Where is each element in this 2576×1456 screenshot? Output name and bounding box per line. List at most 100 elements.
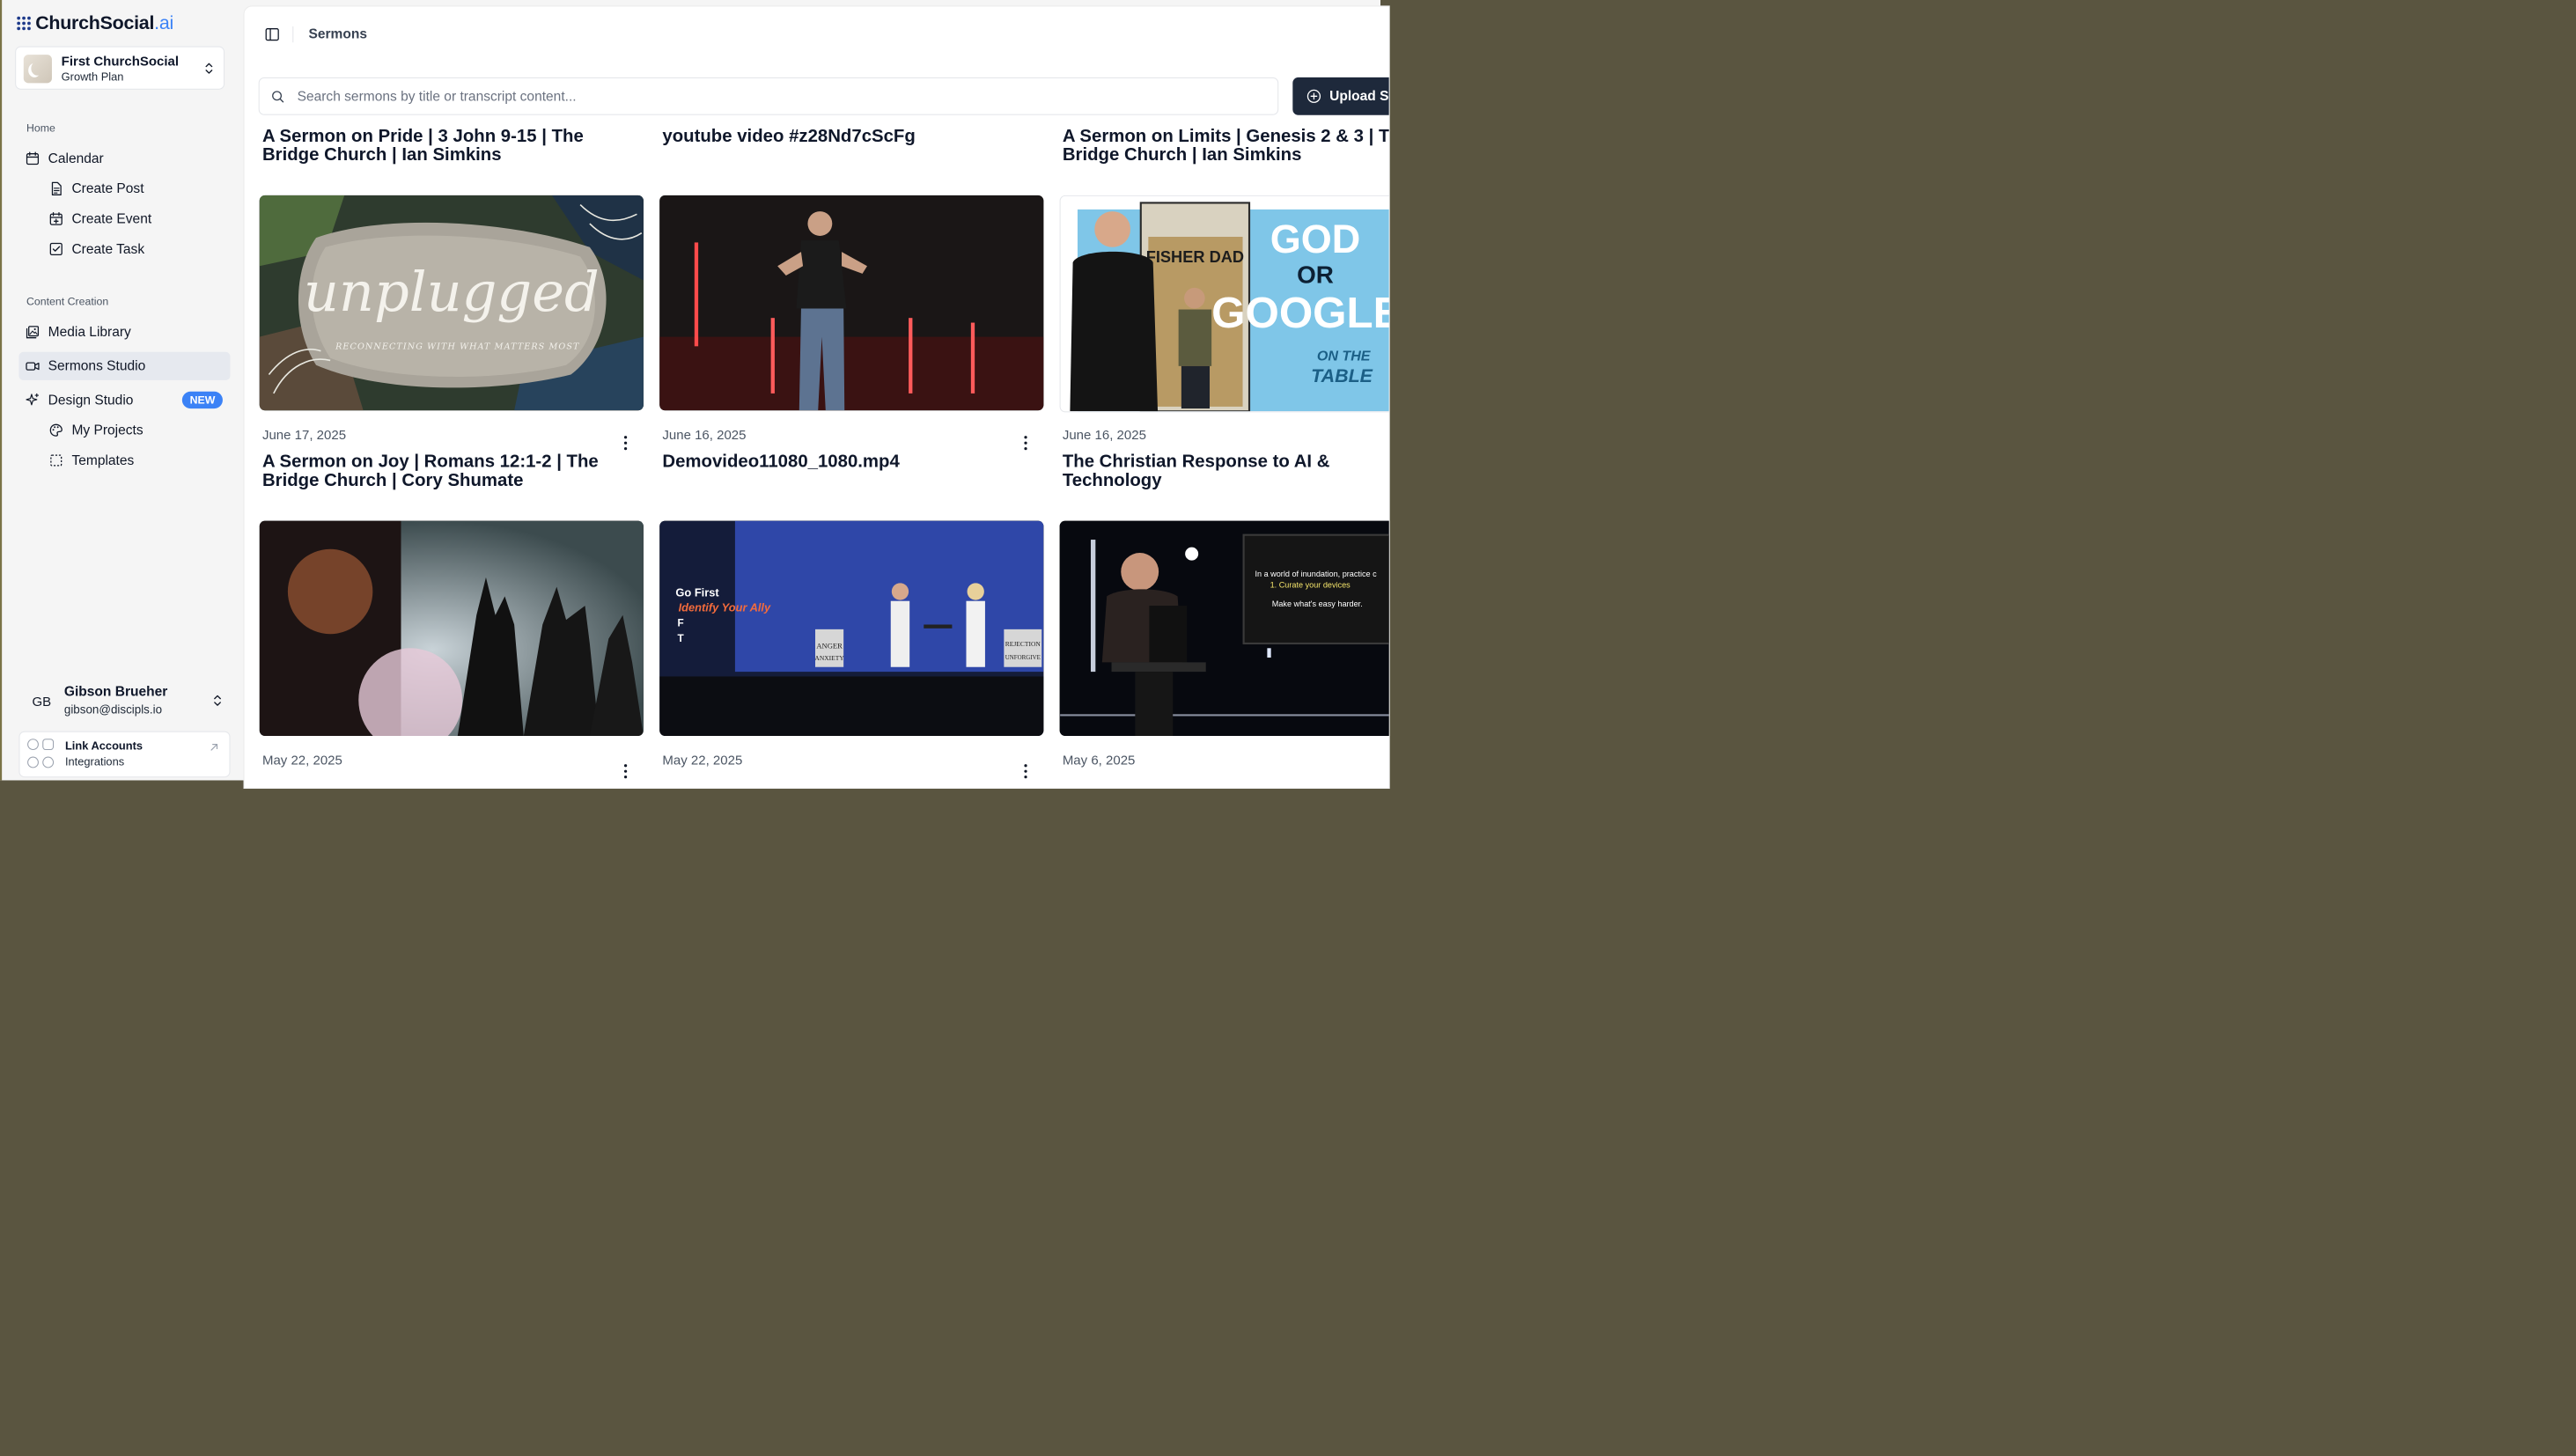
thumbnail-badge-text-2: TABLE [1311,365,1373,386]
brand-logo[interactable]: ChurchSocial.ai [17,11,173,35]
sidebar-item-label: Media Library [48,324,131,340]
dashed-square-icon [48,452,64,468]
sidebar-item-create-event[interactable]: Create Event [42,205,230,233]
thumbnail-line2-text: OR [1297,261,1334,289]
thumbnail-sign-text: FISHER DAD [1146,248,1244,266]
palette-icon [48,423,64,438]
check-square-icon [48,241,64,257]
new-badge: NEW [182,391,223,409]
chevron-up-down-icon [205,63,213,74]
sidebar-item-my-projects[interactable]: My Projects [42,416,230,445]
avatar: GB [32,694,52,710]
file-text-icon [48,180,64,196]
sidebar-item-create-post[interactable]: Create Post [42,174,230,202]
page-title: Sermons [308,26,367,42]
sermon-card-date: May 22, 2025 [261,753,342,768]
link-accounts-subtitle: Integrations [64,755,125,768]
sidebar-item-label: Design Studio [48,392,134,408]
sidebar-toggle-icon[interactable] [264,26,280,42]
sermon-thumbnail-panel[interactable]: Go First Identify Your Ally F T ANGER AN… [659,520,1044,736]
user-email: gibson@discipls.io [63,702,163,717]
org-plan: Growth Plan [61,70,124,84]
sidebar-item-calendar[interactable]: Calendar [18,144,230,173]
sidebar-item-label: My Projects [71,422,144,438]
sermon-card-date: June 16, 2025 [662,427,747,443]
sidebar-item-sermons-studio[interactable]: Sermons Studio [18,351,231,380]
logo-grid-icon [17,16,31,31]
section-label-content-creation: Content Creation [26,295,109,308]
sermon-card-title[interactable]: The Christian Response to AI & Technolog… [1063,452,1389,489]
sidebar-item-label: Create Event [71,210,152,226]
thumbnail-title-text: unplugged [304,260,600,324]
sidebar-item-label: Create Post [71,180,144,196]
thumbnail-overlay-line-1: Go First [675,585,719,599]
sermon-card-date: June 17, 2025 [261,427,347,443]
search-input[interactable] [296,83,1261,111]
sidebar-item-media-library[interactable]: Media Library [18,318,230,346]
upload-sermon-button[interactable]: Upload S [1292,77,1389,115]
organization-switcher[interactable]: First ChurchSocial Growth Plan [15,46,225,90]
more-vertical-icon[interactable] [1023,435,1028,451]
calendar-icon [25,151,40,166]
more-vertical-icon[interactable] [622,763,628,779]
brand-name: ChurchSocial.ai [35,12,173,33]
user-menu[interactable]: GB Gibson Brueher gibson@discipls.io [18,679,230,724]
sermon-thumbnail-lectern[interactable]: In a world of inundation, practice c 1. … [1059,520,1389,736]
thumbnail-screen-line-1: In a world of inundation, practice c [1255,570,1377,578]
more-vertical-icon[interactable] [622,435,628,451]
search-bar[interactable] [258,77,1279,115]
video-camera-icon [25,358,40,374]
sermon-thumbnail-worship[interactable] [259,520,644,736]
search-icon [272,91,284,103]
instagram-icon [42,739,55,751]
thumbnail-screen-line-2: 1. Curate your devices [1270,581,1351,590]
youtube-icon [27,756,39,768]
sermon-card-date: June 16, 2025 [1062,427,1146,443]
thumbnail-screen-line-3: Make what's easy harder. [1272,599,1363,608]
thumbnail-line1-text: GOD [1270,217,1361,261]
sermon-card-title[interactable]: A Sermon on Limits | Genesis 2 & 3 | The… [1063,127,1389,165]
sidebar-item-label: Create Task [71,241,145,257]
thumbnail-luggage-text-4: UNFORGIVE [1005,654,1041,661]
sidebar-item-label: Templates [71,452,135,468]
sidebar-item-label: Sermons Studio [48,358,146,374]
calendar-plus-icon [48,211,64,227]
thumbnail-luggage-text-3: REJECTION [1005,640,1041,648]
link-accounts-title: Link Accounts [64,739,144,753]
sermon-card-title[interactable]: Demovideo11080_1080.mp4 [662,452,1020,470]
plus-circle-icon [1306,89,1321,103]
sermon-thumbnail-god-or-google[interactable]: FISHER DAD GOD OR GOOGLE ON THE TABLE [1059,195,1390,413]
sermon-card-title[interactable]: A Sermon on Pride | 3 John 9-15 | The Br… [262,127,621,165]
sermon-card-date: May 22, 2025 [662,753,743,768]
sidebar-item-label: Calendar [48,151,104,166]
social-icons [27,739,55,772]
thumbnail-overlay-line-4: T [678,633,685,644]
thumbnail-luggage-text-1: ANGER [816,641,843,650]
org-name: First ChurchSocial [61,54,180,69]
sparkle-icon [25,392,40,408]
sermon-card-title[interactable]: youtube video #z28Nd7cScFg [662,127,1020,145]
chevron-up-down-icon [214,695,221,706]
user-name: Gibson Brueher [63,684,168,700]
facebook-icon [27,739,39,751]
upload-button-label: Upload S [1329,88,1389,104]
main-content: Sermons Upload S A Sermon on Pride | 3 J… [243,5,1390,789]
sidebar-item-templates[interactable]: Templates [42,446,230,474]
section-label-home: Home [26,121,55,135]
more-vertical-icon[interactable] [1023,763,1028,779]
org-avatar [23,55,52,84]
thumbnail-overlay-line-3: F [678,618,684,629]
divider [292,26,294,43]
thumbnail-subtitle-text: RECONNECTING WITH WHAT MATTERS MOST [335,342,579,352]
sidebar-item-design-studio[interactable]: Design Studio NEW [18,386,230,414]
thumbnail-luggage-text-2: ANXIETY [814,654,844,662]
arrow-up-right-icon [210,744,218,751]
thumbnail-overlay-line-2: Identify Your Ally [679,601,771,614]
sermon-thumbnail-unplugged[interactable]: unplugged RECONNECTING WITH WHAT MATTERS… [259,195,644,411]
sermon-thumbnail-speaker[interactable] [659,195,1044,411]
sidebar-item-create-task[interactable]: Create Task [42,235,230,263]
sidebar: ChurchSocial.ai First ChurchSocial Growt… [0,0,246,781]
sermon-card-title[interactable]: A Sermon on Joy | Romans 12:1-2 | The Br… [262,452,621,489]
link-accounts-card[interactable]: Link Accounts Integrations [18,731,231,778]
thumbnail-line3-text: GOOGLE [1211,289,1390,337]
